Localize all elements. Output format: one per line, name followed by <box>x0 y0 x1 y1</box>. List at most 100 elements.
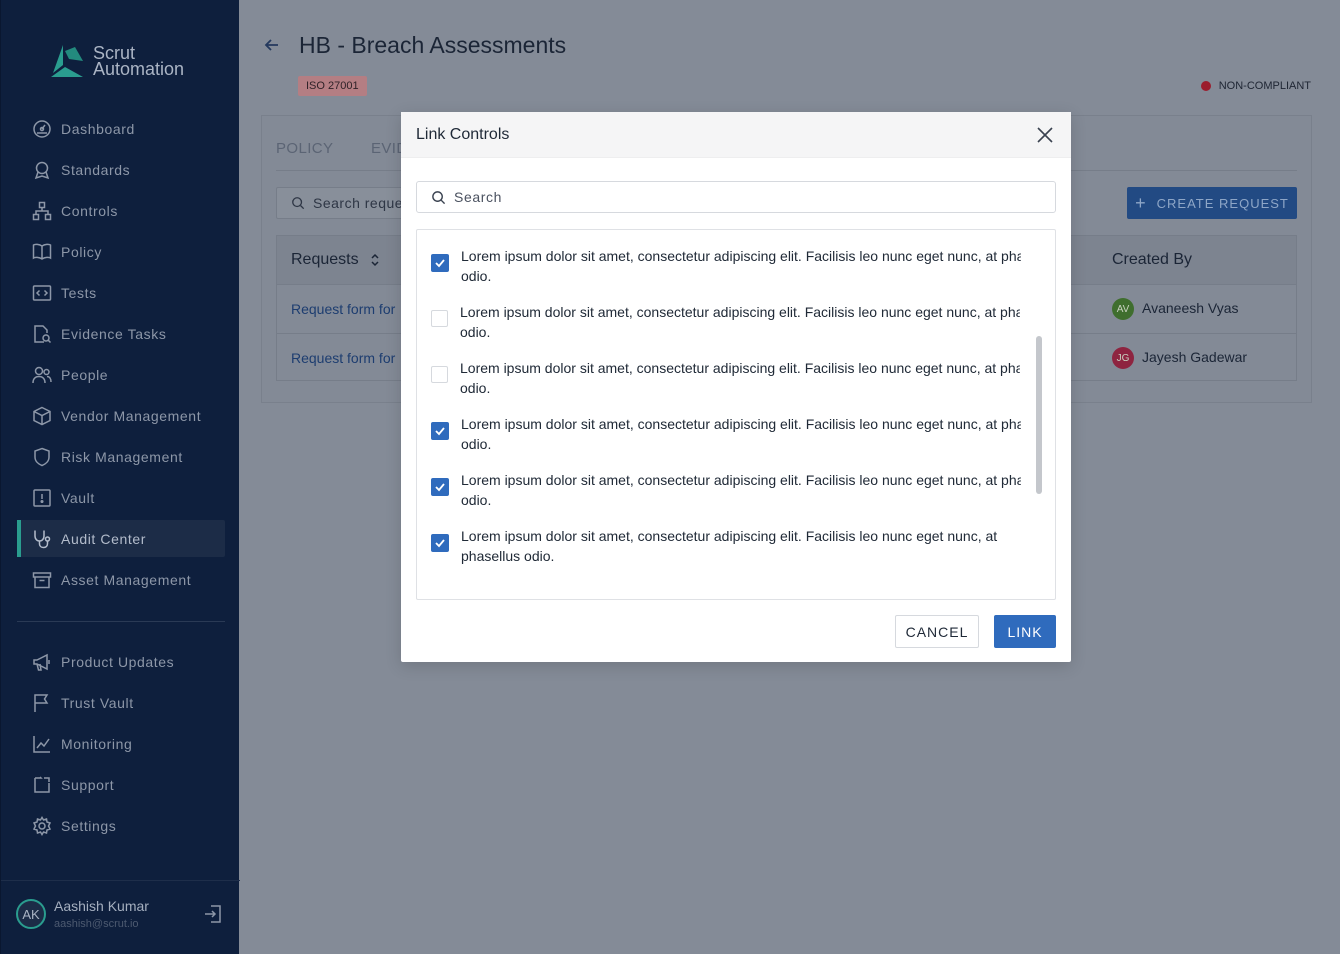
back-arrow-icon[interactable] <box>262 36 282 54</box>
sidebar-item-trust-vault[interactable]: Trust Vault <box>17 684 225 721</box>
scrut-logo[interactable]: Scrut Automation <box>49 43 184 79</box>
checkbox-checked[interactable] <box>431 422 449 440</box>
column-header-created-by: Created By <box>1112 251 1193 268</box>
checkbox-unchecked[interactable] <box>431 310 448 327</box>
status-badge: NON-COMPLIANT <box>1218 80 1311 92</box>
control-text: Lorem ipsum dolor sit amet, consectetur … <box>461 472 1021 488</box>
check-icon <box>435 539 445 548</box>
search-input[interactable] <box>454 189 1014 205</box>
file-search-icon <box>34 324 52 343</box>
box-icon <box>33 406 51 425</box>
request-link[interactable]: Request form for <box>291 301 395 317</box>
list-scrollbar[interactable] <box>1036 336 1042 494</box>
controls-list[interactable]: Lorem ipsum dolor sit amet, consectetur … <box>416 229 1056 600</box>
search-icon <box>432 190 446 204</box>
sidebar-item-risk-management[interactable]: Risk Management <box>17 438 225 475</box>
logout-icon[interactable] <box>203 904 223 924</box>
checkbox-checked[interactable] <box>431 478 449 496</box>
sidebar-item-standards[interactable]: Standards <box>17 151 225 188</box>
sidebar-item-label: Vault <box>61 489 95 506</box>
check-icon <box>435 259 445 268</box>
page-title: HB - Breach Assessments <box>299 32 567 58</box>
sidebar-item-settings[interactable]: Settings <box>17 807 225 844</box>
book-icon <box>32 243 52 260</box>
sidebar-item-vendor-management[interactable]: Vendor Management <box>17 397 225 434</box>
sidebar-item-label: Monitoring <box>61 735 133 752</box>
user-email: aashish@scrut.io <box>54 918 139 930</box>
column-header-requests[interactable]: Requests <box>291 251 359 269</box>
control-text-cont: phasellus odio. <box>461 548 555 564</box>
main-nav: Dashboard Standards Controls Policy Test… <box>17 110 225 602</box>
sidebar-item-dashboard[interactable]: Dashboard <box>17 110 225 147</box>
sidebar-item-support[interactable]: Support <box>17 766 225 803</box>
flag-icon <box>34 693 49 712</box>
sidebar: Scrut Automation Dashboard Standards Con… <box>0 0 240 954</box>
sidebar-item-label: Policy <box>61 243 102 260</box>
sort-icon[interactable] <box>369 252 381 268</box>
control-text-cont: odio. <box>461 492 492 508</box>
control-text-cont: odio. <box>461 436 492 452</box>
sidebar-item-policy[interactable]: Policy <box>17 233 225 270</box>
status-dot-icon <box>1200 81 1211 91</box>
scrut-logo-icon <box>49 43 85 79</box>
sidebar-item-label: Settings <box>61 817 117 834</box>
people-icon <box>32 366 52 383</box>
sidebar-item-product-updates[interactable]: Product Updates <box>17 643 225 680</box>
chart-line-icon <box>33 735 50 753</box>
sidebar-item-label: Audit Center <box>61 530 147 547</box>
check-icon <box>435 427 445 436</box>
sidebar-item-monitoring[interactable]: Monitoring <box>17 725 225 762</box>
avatar: AV <box>1112 298 1134 320</box>
sidebar-item-evidence-tasks[interactable]: Evidence Tasks <box>17 315 225 352</box>
sidebar-item-label: Standards <box>61 161 131 178</box>
control-text-cont: odio. <box>460 324 491 340</box>
logo-text-line2: Automation <box>93 59 185 79</box>
list-item[interactable]: Lorem ipsum dolor sit amet, consectetur … <box>431 358 1021 398</box>
checkbox-checked[interactable] <box>431 254 449 272</box>
modal-title: Link Controls <box>416 126 510 143</box>
sidebar-item-label: Vendor Management <box>61 407 202 424</box>
control-text-cont: odio. <box>461 268 492 284</box>
support-icon <box>34 775 50 793</box>
link-button[interactable]: LINK <box>994 615 1056 648</box>
sidebar-item-asset-management[interactable]: Asset Management <box>17 561 225 598</box>
sidebar-item-vault[interactable]: Vault <box>17 479 225 516</box>
list-item[interactable]: Lorem ipsum dolor sit amet, consectetur … <box>431 470 1021 510</box>
user-name: Aashish Kumar <box>54 898 149 914</box>
controls-search-field <box>416 181 1056 213</box>
list-item[interactable]: Lorem ipsum dolor sit amet, consectetur … <box>431 246 1021 286</box>
control-text: Lorem ipsum dolor sit amet, consectetur … <box>461 528 998 544</box>
checkbox-unchecked[interactable] <box>431 366 448 383</box>
shield-icon <box>34 447 50 466</box>
avatar[interactable]: AK <box>16 899 46 929</box>
sidebar-item-people[interactable]: People <box>17 356 225 393</box>
cancel-button[interactable]: CANCEL <box>895 615 979 648</box>
checkbox-checked[interactable] <box>431 534 449 552</box>
check-icon <box>435 483 445 492</box>
link-controls-modal: Link Controls Lorem ipsum dolor sit amet… <box>401 112 1071 662</box>
create-request-button[interactable]: + CREATE REQUEST <box>1127 187 1297 219</box>
sidebar-item-label: Trust Vault <box>61 694 134 711</box>
list-item[interactable]: Lorem ipsum dolor sit amet, consectetur … <box>431 414 1021 454</box>
list-item[interactable]: Lorem ipsum dolor sit amet, consectetur … <box>431 302 1021 342</box>
request-link[interactable]: Request form for <box>291 350 395 366</box>
sidebar-item-label: Support <box>61 776 115 793</box>
request-search-placeholder: Search reque <box>313 195 404 211</box>
sidebar-item-label: Controls <box>61 202 118 219</box>
tab-policy[interactable]: POLICY <box>276 140 333 157</box>
close-icon[interactable] <box>1035 125 1055 145</box>
control-text: Lorem ipsum dolor sit amet, consectetur … <box>460 360 1020 376</box>
megaphone-icon <box>33 653 50 671</box>
control-text: Lorem ipsum dolor sit amet, consectetur … <box>461 248 1021 264</box>
compliance-status: NON-COMPLIANT <box>1200 80 1311 92</box>
stethoscope-icon <box>34 530 51 548</box>
list-item[interactable]: Lorem ipsum dolor sit amet, consectetur … <box>431 526 1021 566</box>
sidebar-item-controls[interactable]: Controls <box>17 192 225 229</box>
sidebar-item-label: Product Updates <box>61 653 175 670</box>
sidebar-item-label: Dashboard <box>61 120 135 137</box>
sidebar-item-label: Risk Management <box>61 448 183 465</box>
control-text-cont: odio. <box>460 380 491 396</box>
sidebar-item-audit-center[interactable]: Audit Center <box>17 520 225 557</box>
sidebar-item-tests[interactable]: Tests <box>17 274 225 311</box>
sidebar-divider <box>17 621 225 622</box>
